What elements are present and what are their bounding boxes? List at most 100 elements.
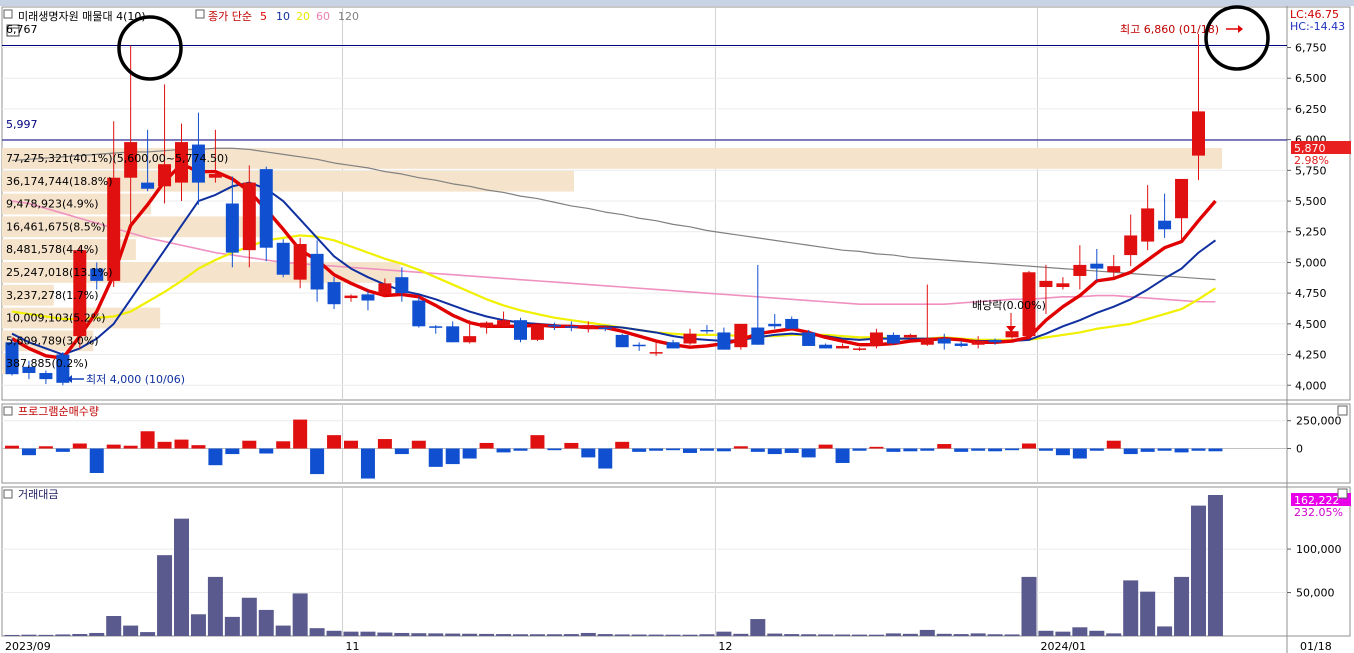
candle-body[interactable]: [836, 345, 850, 349]
candle-body[interactable]: [293, 244, 307, 280]
amount-box-icon[interactable]: [3, 489, 13, 499]
profile-label: 25,247,018(13.1%): [6, 266, 113, 279]
stock-label[interactable]: 미래생명자원 매물대 4(10): [18, 10, 146, 23]
candle-body[interactable]: [1107, 266, 1121, 273]
amount-collapse-icon[interactable]: [1337, 488, 1348, 499]
ma-box-icon[interactable]: [195, 9, 205, 19]
candle-body[interactable]: [734, 323, 748, 348]
candle-body[interactable]: [700, 329, 714, 332]
candle-body[interactable]: [988, 339, 1002, 343]
candle-body[interactable]: [208, 174, 222, 178]
candle-body[interactable]: [463, 336, 477, 343]
candle-body[interactable]: [666, 342, 680, 349]
candle-body[interactable]: [242, 182, 256, 251]
candle-body[interactable]: [1005, 331, 1019, 338]
program-bar: [615, 441, 630, 449]
candle-body[interactable]: [903, 334, 917, 338]
candle-body[interactable]: [1175, 178, 1189, 219]
candle-body[interactable]: [581, 325, 595, 329]
candle-body[interactable]: [480, 322, 494, 328]
program-bar: [327, 435, 342, 449]
candle-body[interactable]: [954, 343, 968, 346]
candle-body[interactable]: [446, 326, 460, 343]
candle-body[interactable]: [632, 344, 646, 347]
candle-body[interactable]: [853, 348, 866, 350]
candle-body[interactable]: [141, 182, 155, 189]
candle-body[interactable]: [344, 295, 358, 299]
program-bar: [886, 448, 901, 452]
program-bar: [428, 448, 443, 467]
candle-body[interactable]: [937, 338, 951, 344]
amount-bar: [818, 634, 834, 636]
price-tick-label: 4,750: [1295, 287, 1327, 300]
candle-body[interactable]: [615, 334, 629, 348]
candle-body[interactable]: [920, 338, 934, 345]
candle-body[interactable]: [514, 320, 527, 340]
candle-body[interactable]: [361, 294, 375, 301]
candle-body[interactable]: [1090, 263, 1104, 269]
program-bar: [1208, 448, 1223, 452]
amount-bar: [953, 634, 969, 636]
program-bar: [869, 446, 884, 449]
program-bar: [564, 442, 579, 449]
candle-body[interactable]: [802, 332, 816, 346]
candle-body[interactable]: [598, 327, 612, 330]
candle-body[interactable]: [649, 352, 663, 354]
candle-body[interactable]: [429, 326, 443, 328]
candle-body[interactable]: [412, 300, 426, 327]
candle-body[interactable]: [378, 283, 392, 295]
candle-body[interactable]: [259, 169, 273, 248]
amount-panel-title: 거래대금: [18, 488, 58, 501]
program-bar: [1191, 448, 1206, 451]
amount-bar: [682, 634, 698, 636]
candle-body[interactable]: [819, 344, 833, 349]
x-tick-label: 12: [718, 640, 732, 653]
candle-body[interactable]: [497, 320, 511, 327]
candle-body[interactable]: [1158, 220, 1172, 230]
candle-body[interactable]: [1192, 111, 1205, 156]
candle-body[interactable]: [327, 282, 341, 305]
amount-bar: [1021, 576, 1037, 636]
amount-bar: [919, 629, 935, 636]
candle-body[interactable]: [547, 325, 561, 327]
candle-body[interactable]: [1141, 208, 1155, 242]
candle-body[interactable]: [530, 325, 544, 340]
candle-body[interactable]: [310, 253, 324, 290]
candle-body[interactable]: [683, 333, 697, 344]
candle-body[interactable]: [751, 327, 765, 345]
price-tick-label: 4,500: [1295, 318, 1327, 331]
candle-body[interactable]: [971, 341, 985, 345]
candle-body[interactable]: [768, 323, 782, 327]
program-bar: [903, 448, 918, 452]
price-tick-label: 5,000: [1295, 256, 1327, 269]
amount-bar: [648, 634, 664, 636]
program-box-icon[interactable]: [3, 406, 13, 416]
program-bar: [767, 448, 782, 455]
candle-body[interactable]: [717, 332, 731, 350]
candle-body[interactable]: [785, 318, 799, 329]
amount-bar: [207, 576, 223, 636]
candle-body[interactable]: [1124, 235, 1138, 256]
candle-body[interactable]: [1073, 264, 1087, 276]
program-bar: [683, 448, 697, 453]
candle-body[interactable]: [395, 277, 409, 294]
candle-body[interactable]: [1039, 280, 1053, 288]
candle-body[interactable]: [564, 326, 578, 328]
x-tick-label: 2023/09: [5, 640, 51, 653]
panel-box-icon[interactable]: [3, 9, 13, 19]
amount-bar: [55, 634, 71, 636]
candle-body[interactable]: [886, 334, 900, 344]
candle-body[interactable]: [869, 332, 883, 346]
candle-body[interactable]: [276, 242, 290, 275]
stock-chart[interactable]: 2023/09 11 12 2024/01 01/18 4,000 4,250 4,500 4,…: [0, 0, 1354, 653]
candle-body[interactable]: [225, 203, 239, 253]
amount-tick-label: 100,000: [1296, 543, 1342, 556]
candle-body[interactable]: [158, 164, 172, 187]
high-annotation: 최고 6,860 (01/18): [1120, 23, 1219, 36]
profile-label: 8,481,578(4.4%): [6, 243, 99, 256]
amount-bar: [140, 632, 156, 636]
program-collapse-icon[interactable]: [1337, 405, 1348, 416]
candle-body[interactable]: [39, 372, 53, 380]
current-change: 2.98%: [1294, 154, 1329, 167]
candle-body[interactable]: [1056, 283, 1070, 288]
